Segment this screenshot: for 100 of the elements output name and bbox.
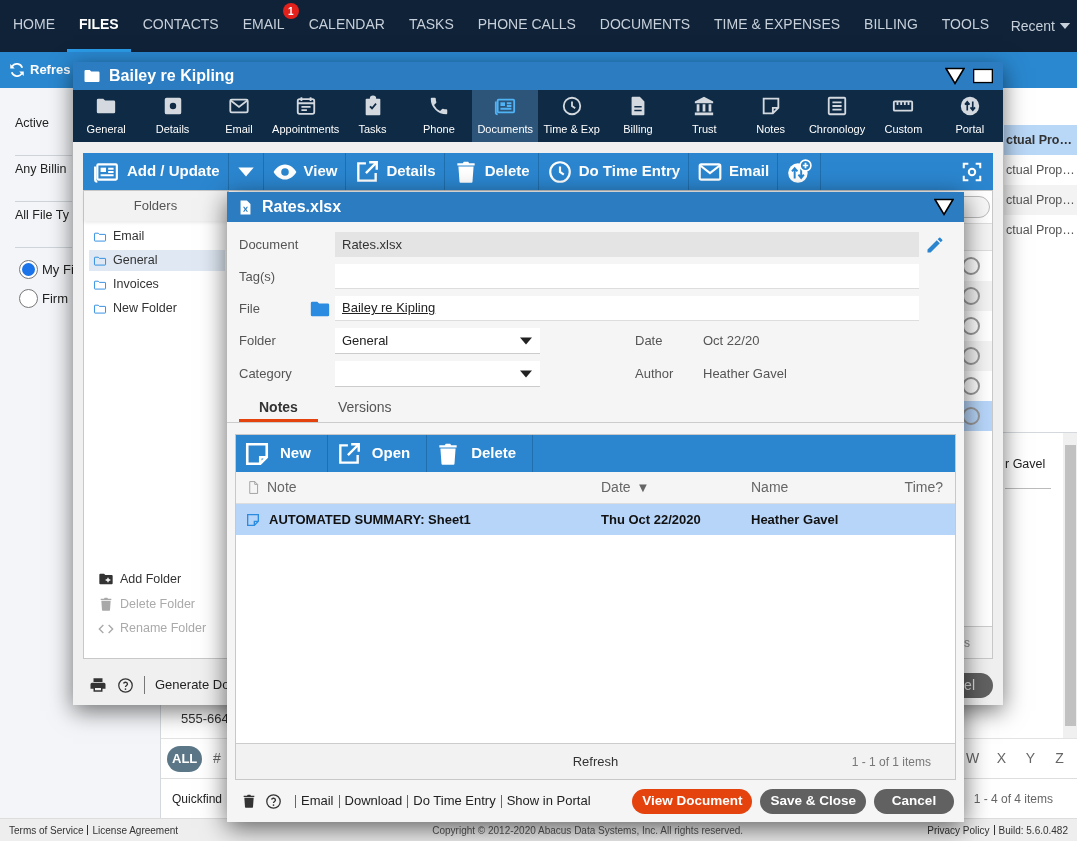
maximize-icon[interactable] [973, 66, 993, 86]
tags-field[interactable] [335, 264, 919, 289]
refresh-icon[interactable] [8, 61, 26, 79]
nav-tab[interactable]: HOME [1, 0, 67, 52]
copyright-text: Copyright © 2012-2020 Abacus Data Systems, Inc. All rights reserved. [432, 823, 744, 838]
module-tab[interactable]: Email [205, 90, 273, 142]
module-tab[interactable]: Portal [936, 90, 1003, 142]
module-tab[interactable]: General [73, 90, 140, 142]
help-icon[interactable] [117, 676, 134, 694]
field-label: Date [635, 332, 664, 351]
module-tab[interactable]: Billing [604, 90, 672, 142]
alphabet-filter[interactable]: Z [1045, 748, 1074, 769]
folder-item[interactable]: Email [89, 226, 225, 247]
module-tab[interactable]: Trust [671, 90, 738, 142]
column-header[interactable]: Time? [865, 477, 955, 498]
footer-link[interactable]: Show in Portal [506, 791, 591, 811]
field-label: Tag(s) [239, 267, 277, 286]
nav-tab[interactable]: TOOLS [929, 0, 1001, 52]
external-link-icon [354, 158, 381, 185]
nav-tab[interactable]: BILLING [852, 0, 930, 52]
filter-dropdown[interactable]: All File Ty [15, 202, 72, 248]
nav-tab[interactable]: TIME & EXPENSES [702, 0, 853, 52]
recent-menu[interactable]: Recent [1010, 15, 1055, 37]
calendar-icon [294, 94, 317, 117]
file-link[interactable]: Bailey re Kipling [342, 298, 436, 318]
focus-icon[interactable] [961, 160, 983, 183]
help-icon[interactable] [265, 792, 282, 810]
footer-link[interactable]: Build: 5.6.0.482 [998, 822, 1068, 838]
column-header[interactable]: Note [236, 477, 601, 498]
pagination-info: 1 - 1 of 1 items [851, 753, 931, 771]
radio-button[interactable] [19, 260, 38, 280]
alphabet-filter[interactable]: X [987, 748, 1016, 769]
filter-dropdown[interactable]: Active [15, 110, 72, 156]
table-cell-text: AUTOMATED SUMMARY: Sheet1 [269, 510, 471, 529]
note-row[interactable]: AUTOMATED SUMMARY: Sheet1 Thu Oct 22/2020 Heather Gavel [236, 504, 955, 535]
module-tab[interactable]: Time & Exp [538, 90, 605, 142]
pagination-info: s [964, 634, 970, 652]
collapse-icon[interactable] [934, 197, 954, 217]
folder-item[interactable]: Invoices [89, 274, 225, 295]
sort-indicator[interactable]: ▼ [636, 477, 650, 498]
module-tab[interactable]: Notes [737, 90, 804, 142]
refresh-button[interactable]: Refres [30, 60, 71, 80]
phone-number: 555-664 [181, 709, 230, 728]
dialog-button[interactable]: Save & Close [760, 788, 866, 814]
module-tab[interactable]: Chronology [803, 90, 871, 142]
module-tab[interactable]: Details [139, 90, 206, 142]
alphabet-filter[interactable]: ALL [167, 745, 203, 772]
footer-link[interactable]: Privacy Policy [927, 822, 990, 838]
file-row[interactable]: ctual Prop… [1004, 185, 1077, 215]
nav-tab[interactable]: EMAIL 1 [230, 0, 297, 52]
field-label: Document [239, 235, 300, 254]
note-icon [244, 440, 270, 467]
list-icon [826, 94, 849, 117]
dialog-title: Rates.xlsx [262, 197, 342, 217]
nav-tab[interactable]: CALENDAR [296, 0, 397, 52]
panel-header: Folders [84, 191, 227, 221]
module-tab[interactable]: Custom [870, 90, 937, 142]
trash-icon[interactable] [241, 793, 257, 809]
collapse-icon[interactable] [945, 66, 965, 86]
nav-tab[interactable]: CONTACTS [130, 0, 231, 52]
alphabet-filter[interactable]: # [202, 748, 232, 769]
alphabet-filter[interactable]: Y [1016, 748, 1045, 769]
refresh-button[interactable]: Refresh [572, 751, 619, 772]
module-tab[interactable]: Phone [405, 90, 473, 142]
radio-label: My Fi [42, 261, 74, 279]
filter-dropdown[interactable]: Any Billin [15, 156, 72, 202]
quickfind-field[interactable]: Quickfind [172, 789, 223, 808]
footer-link[interactable]: Email [301, 791, 334, 811]
tab[interactable]: Notes [239, 396, 318, 422]
column-header[interactable]: Date ▼ [601, 477, 751, 498]
folder-item[interactable]: New Folder [89, 298, 225, 319]
field-label: Folder [239, 332, 277, 351]
nav-tab[interactable]: TASKS [396, 0, 466, 52]
contact-name: r Gavel [1005, 455, 1051, 489]
notification-badge: 1 [282, 3, 299, 19]
module-tab[interactable]: Tasks [339, 90, 406, 142]
document-name-field[interactable]: Rates.xlsx [335, 232, 919, 257]
footer-link[interactable]: Terms of Service [9, 822, 84, 838]
bank-icon [693, 94, 716, 117]
radio-button[interactable] [19, 288, 38, 308]
module-tab[interactable]: Documents [472, 90, 539, 142]
scrollbar[interactable] [1063, 433, 1077, 738]
tab[interactable]: Versions [317, 396, 412, 422]
footer-link[interactable]: Do Time Entry [413, 791, 496, 811]
dialog-button[interactable]: View Document [632, 788, 753, 814]
module-tab[interactable]: Appointments [272, 90, 340, 142]
nav-tab[interactable]: DOCUMENTS [587, 0, 703, 52]
folder-dropdown[interactable]: General [335, 328, 540, 354]
folder-action[interactable]: Add Folder [98, 569, 227, 589]
nav-tab[interactable]: PHONE CALLS [465, 0, 588, 52]
dialog-button[interactable]: Cancel [874, 788, 954, 814]
column-header[interactable]: Name [751, 477, 865, 498]
clock-icon [546, 158, 573, 185]
printer-icon[interactable] [89, 676, 107, 694]
file-row[interactable]: ctual Pro… [1004, 125, 1077, 155]
footer-link[interactable]: Download [344, 791, 403, 811]
field-value: Heather Gavel [703, 365, 787, 384]
folder-item[interactable]: General [89, 250, 225, 271]
table-cell-text: Heather Gavel [751, 510, 840, 529]
footer-link[interactable]: License Agreement [92, 822, 179, 838]
